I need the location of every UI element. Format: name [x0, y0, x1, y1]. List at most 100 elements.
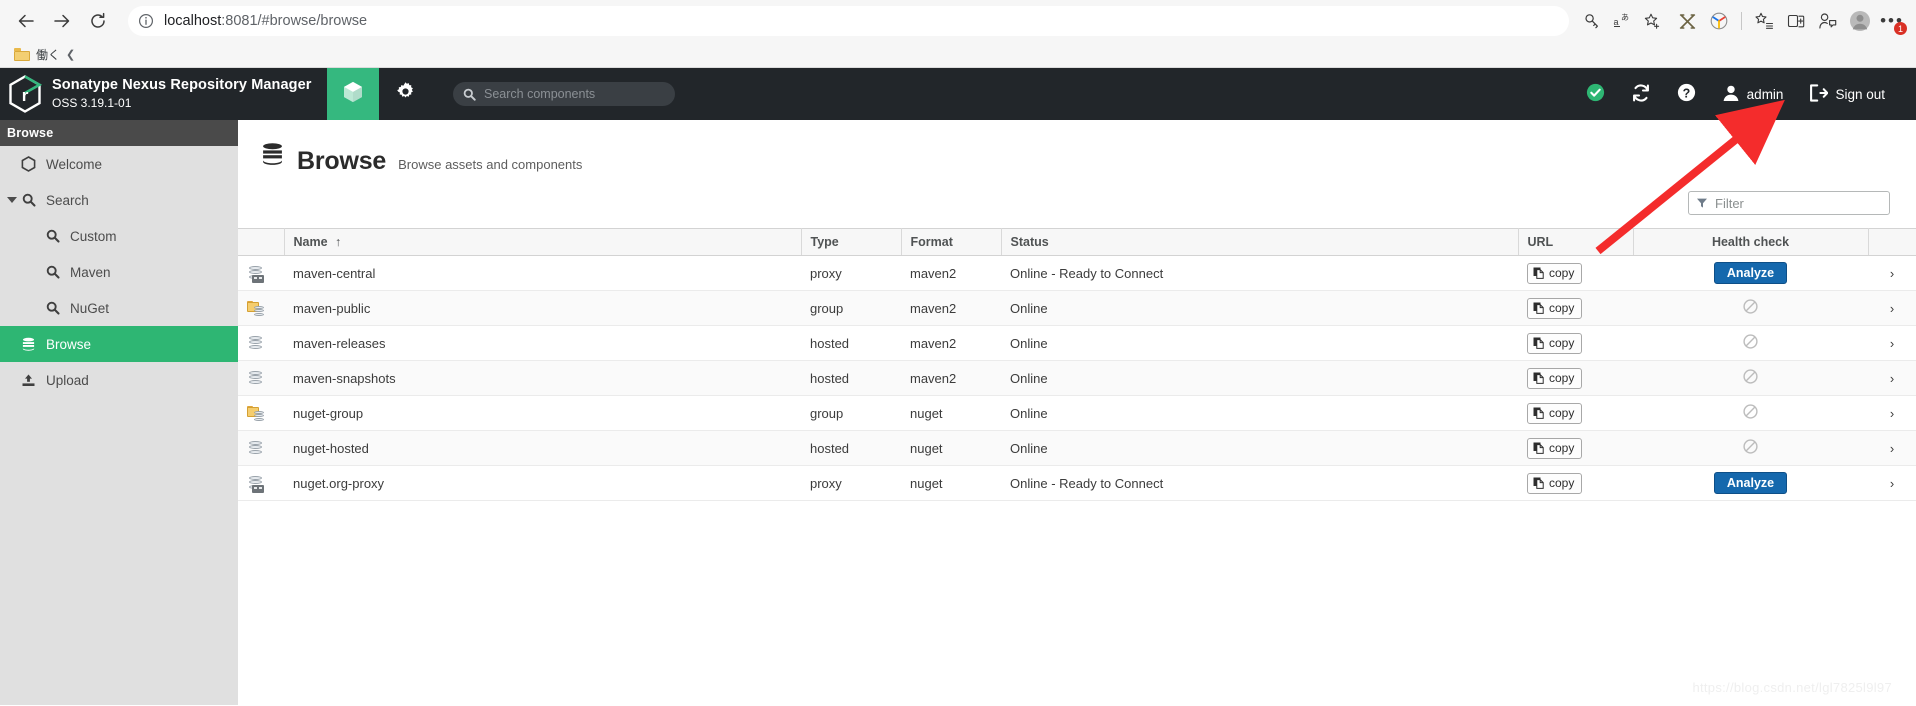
repo-name-cell[interactable]: maven-releases — [284, 325, 801, 361]
tab-administration[interactable] — [379, 68, 431, 120]
profile-avatar-icon[interactable] — [1844, 5, 1876, 37]
copy-url-button[interactable]: copy — [1527, 437, 1583, 459]
sidebar-item-label: Upload — [46, 372, 89, 388]
hosted-repo-icon — [247, 370, 264, 387]
search-icon — [44, 301, 61, 315]
table-row[interactable]: maven-snapshots hosted maven2 Online copy › — [238, 360, 1916, 396]
refresh-button[interactable] — [1618, 83, 1664, 106]
hosted-repo-icon — [247, 335, 264, 352]
search-input[interactable]: Search components — [453, 82, 675, 106]
copy-icon — [1533, 302, 1544, 314]
sidebar-item-search[interactable]: Search — [0, 182, 238, 218]
sidebar-item-welcome[interactable]: Welcome — [0, 146, 238, 182]
analyze-button[interactable]: Analyze — [1713, 472, 1788, 494]
svg-text:あ: あ — [1621, 13, 1629, 22]
repo-name-cell[interactable]: nuget.org-proxy — [284, 465, 801, 501]
row-expand-arrow[interactable]: › — [1868, 325, 1916, 361]
table-row[interactable]: nuget.org-proxy proxy nuget Online - Ready … — [238, 465, 1916, 501]
sidebar-item-custom[interactable]: Custom — [0, 218, 238, 254]
bookmark-item[interactable]: 働く ❮ — [10, 44, 79, 65]
sidebar-item-maven[interactable]: Maven — [0, 254, 238, 290]
repo-health-cell: Analyze — [1633, 255, 1868, 291]
url-host: localhost — [164, 13, 222, 29]
repo-name-cell[interactable]: maven-central — [284, 255, 801, 291]
database-icon — [260, 142, 285, 172]
repo-format-cell: maven2 — [901, 255, 1001, 291]
question-circle-icon: ? — [1677, 83, 1696, 105]
repo-type-icon-cell — [238, 290, 284, 326]
help-button[interactable]: ? — [1664, 83, 1709, 105]
svg-text:?: ? — [1682, 86, 1690, 100]
repo-name-cell[interactable]: nuget-hosted — [284, 430, 801, 466]
column-header-health-check[interactable]: Health check — [1633, 228, 1869, 256]
browser-essentials-icon[interactable] — [1703, 5, 1735, 37]
sidebar-item-upload[interactable]: Upload — [0, 362, 238, 398]
filter-input[interactable]: Filter — [1688, 191, 1890, 215]
table-row[interactable]: maven-releases hosted maven2 Online copy › — [238, 325, 1916, 361]
search-icon — [463, 88, 476, 101]
star-plus-icon[interactable] — [1637, 6, 1667, 36]
row-expand-arrow[interactable]: › — [1868, 255, 1916, 291]
profile-share-icon[interactable] — [1812, 5, 1844, 37]
translate-icon[interactable]: aあ — [1607, 6, 1637, 36]
column-header-url[interactable]: URL — [1518, 228, 1634, 256]
copy-url-button[interactable]: copy — [1527, 402, 1583, 424]
repositories-table: Name ↑ Type Format Status URL Health che… — [238, 228, 1916, 501]
repo-name-cell[interactable]: maven-public — [284, 290, 801, 326]
column-header-status[interactable]: Status — [1001, 228, 1519, 256]
row-expand-arrow[interactable]: › — [1868, 430, 1916, 466]
copy-url-button[interactable]: copy — [1527, 472, 1583, 494]
row-expand-arrow[interactable]: › — [1868, 395, 1916, 431]
more-options-icon[interactable]: ••• 1 — [1876, 5, 1908, 37]
bookmarks-bar: 働く ❮ — [0, 42, 1916, 68]
row-expand-arrow[interactable]: › — [1868, 290, 1916, 326]
row-expand-arrow[interactable]: › — [1868, 465, 1916, 501]
repo-type-icon-cell — [238, 325, 284, 361]
column-header-format[interactable]: Format — [901, 228, 1002, 256]
xbox-icon[interactable] — [1671, 5, 1703, 37]
repo-url-cell: copy — [1518, 395, 1633, 431]
copy-url-button[interactable]: copy — [1527, 262, 1583, 284]
repo-status-cell: Online — [1001, 395, 1518, 431]
svg-text:r: r — [22, 86, 29, 105]
table-row[interactable]: nuget-hosted hosted nuget Online copy › — [238, 430, 1916, 466]
column-header-name[interactable]: Name ↑ — [284, 228, 802, 256]
repo-name-cell[interactable]: nuget-group — [284, 395, 801, 431]
app-title: Sonatype Nexus Repository Manager — [52, 77, 312, 93]
analyze-button[interactable]: Analyze — [1713, 262, 1788, 284]
repo-url-cell: copy — [1518, 360, 1633, 396]
copy-url-button[interactable]: copy — [1527, 332, 1583, 354]
row-expand-arrow[interactable]: › — [1868, 360, 1916, 396]
reload-icon[interactable] — [80, 3, 116, 39]
sign-out-label: Sign out — [1835, 86, 1885, 102]
sign-out-button[interactable]: Sign out — [1796, 83, 1898, 105]
repo-name-cell[interactable]: maven-snapshots — [284, 360, 801, 396]
no-entry-icon — [1743, 369, 1758, 384]
folder-icon — [14, 48, 30, 61]
column-header-type[interactable]: Type — [801, 228, 902, 256]
app-version: OSS 3.19.1-01 — [52, 96, 132, 110]
sidebar-item-nuget[interactable]: NuGet — [0, 290, 238, 326]
arrow-left-icon[interactable] — [8, 3, 44, 39]
copy-url-button[interactable]: copy — [1527, 367, 1583, 389]
repo-format-cell: nuget — [901, 395, 1001, 431]
copy-icon — [1533, 442, 1544, 454]
split-screen-icon[interactable] — [1780, 5, 1812, 37]
address-bar[interactable]: localhost:8081/#browse/browse — [128, 6, 1569, 36]
sidebar-item-browse[interactable]: Browse — [0, 326, 238, 362]
status-ok-button[interactable] — [1573, 83, 1618, 105]
info-circle-icon[interactable] — [138, 13, 154, 29]
brand-block[interactable]: r Sonatype Nexus Repository Manager OSS … — [0, 68, 327, 120]
table-row[interactable]: nuget-group group nuget Online copy › — [238, 395, 1916, 431]
arrow-right-icon[interactable] — [44, 3, 80, 39]
key-icon[interactable] — [1577, 6, 1607, 36]
app-body: Browse Welcome Search Custom Maven NuGet… — [0, 120, 1916, 705]
upload-icon — [20, 373, 37, 388]
main-content: Browse Browse assets and components Filt… — [238, 120, 1916, 705]
table-row[interactable]: maven-central proxy maven2 Online - Ready t… — [238, 255, 1916, 291]
tab-browse[interactable] — [327, 68, 379, 120]
table-row[interactable]: maven-public group maven2 Online copy › — [238, 290, 1916, 326]
user-menu[interactable]: admin — [1709, 84, 1797, 105]
copy-url-button[interactable]: copy — [1527, 297, 1583, 319]
collections-icon[interactable] — [1748, 5, 1780, 37]
